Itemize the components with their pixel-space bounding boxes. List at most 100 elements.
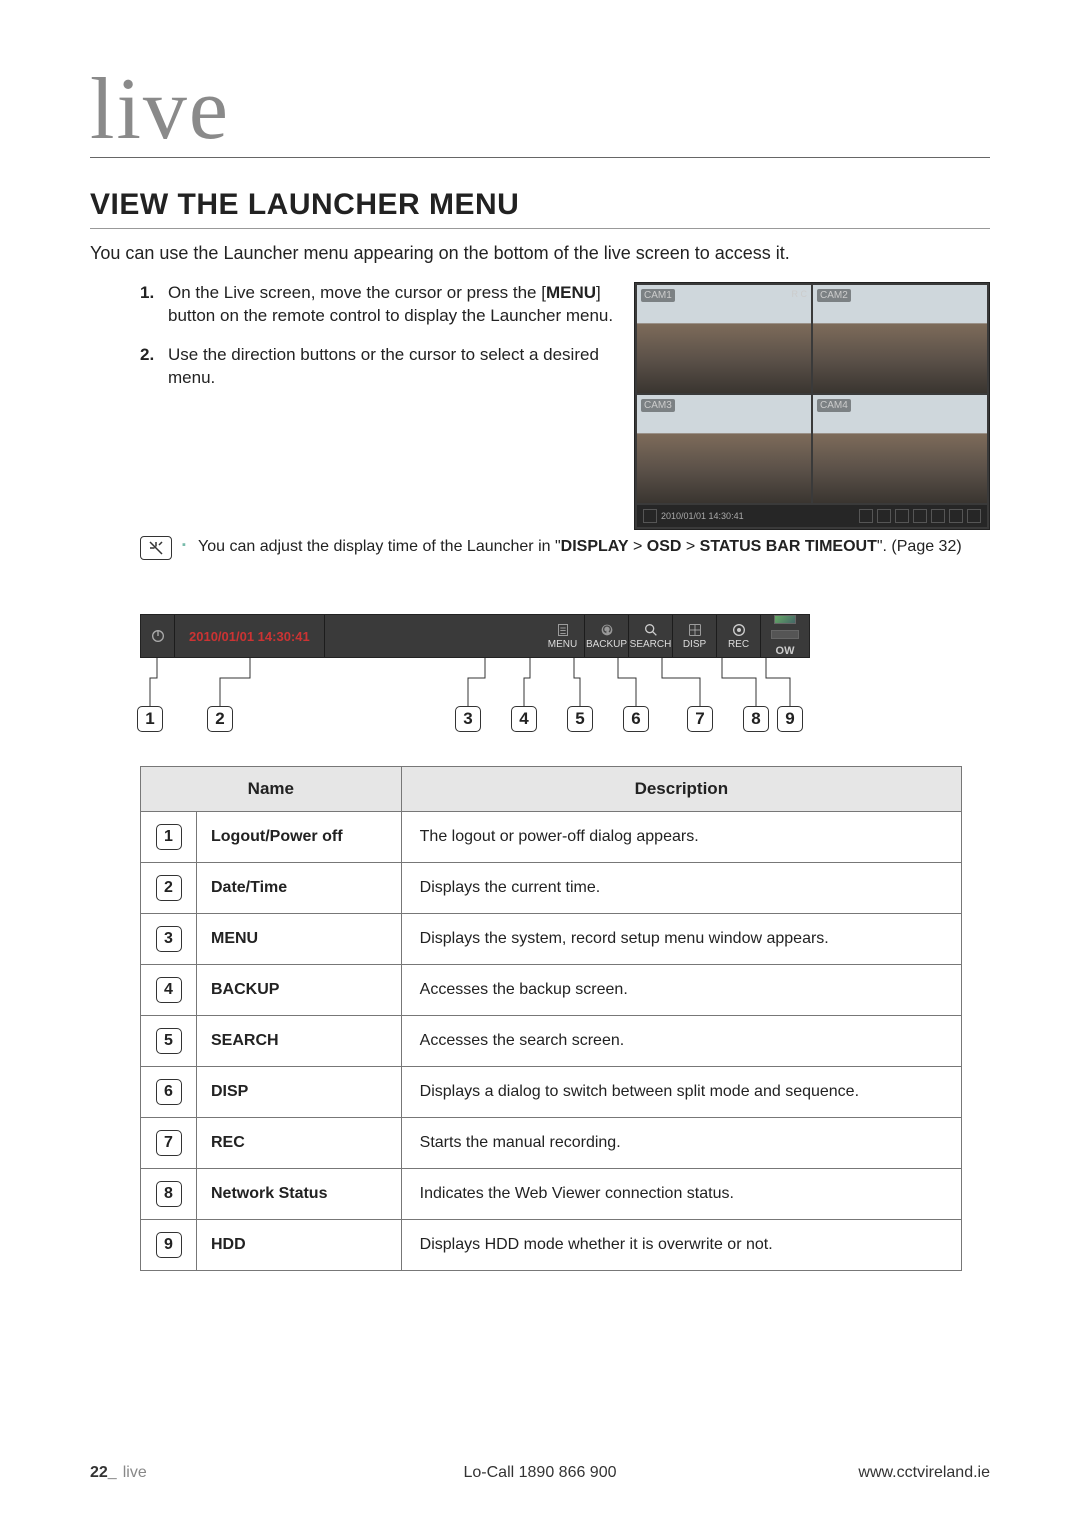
footer-url: www.cctvireland.ie [858, 1464, 990, 1482]
note-icon [140, 536, 172, 560]
cam-label: CAM1 [641, 289, 675, 302]
footer-section: live [123, 1464, 147, 1482]
launcher-search-button[interactable]: SEARCH [629, 615, 673, 657]
step-2: 2. Use the direction buttons or the curs… [140, 344, 616, 390]
note-segment: ". (Page 32) [877, 538, 962, 555]
network-status-icon [774, 615, 796, 624]
table-row: 1Logout/Power offThe logout or power-off… [141, 812, 962, 863]
table-row: 8Network StatusIndicates the Web Viewer … [141, 1169, 962, 1220]
row-badge: 2 [141, 863, 197, 914]
row-badge: 3 [141, 914, 197, 965]
section-heading: VIEW THE LAUNCHER MENU [90, 188, 990, 229]
chapter-title: live [90, 70, 990, 149]
page-footer: 22_ live Lo-Call 1890 866 900 www.cctvir… [90, 1464, 990, 1482]
callout-badge-6: 6 [623, 706, 649, 732]
step-number: 2. [140, 344, 154, 367]
launcher-menu-button[interactable]: MENU [541, 615, 585, 657]
note-segment: > [681, 538, 699, 555]
page-number: 22_ [90, 1464, 117, 1482]
launcher-diagram: 2010/01/01 14:30:41 MENU BACKUP SEARCH D… [140, 614, 810, 732]
table-header-desc: Description [401, 767, 961, 812]
description-table: Name Description 1Logout/Power offThe lo… [140, 766, 962, 1271]
rec-badge: R C [792, 289, 808, 299]
menu-icon [555, 622, 571, 638]
launcher-status-block: OW [761, 615, 809, 657]
launcher-item-label: MENU [548, 639, 577, 650]
row-desc: Displays the system, record setup menu w… [401, 914, 961, 965]
launcher-power-button[interactable] [141, 615, 175, 657]
table-row: 5SEARCHAccesses the search screen. [141, 1016, 962, 1067]
cam-label: CAM4 [817, 399, 851, 412]
callout-leaders: 1 2 3 4 5 6 7 8 9 [140, 658, 810, 732]
launcher-item-label: DISP [683, 639, 706, 650]
row-name: BACKUP [197, 965, 402, 1016]
power-icon [643, 509, 657, 523]
backup-icon [599, 622, 615, 638]
cam-tile-4: CAM4 [813, 395, 987, 503]
intro-text: You can use the Launcher menu appearing … [90, 243, 990, 264]
menu-icon [859, 509, 873, 523]
table-row: 9HDDDisplays HDD mode whether it is over… [141, 1220, 962, 1271]
row-badge: 9 [141, 1220, 197, 1271]
callout-badge-4: 4 [511, 706, 537, 732]
callout-badge-3: 3 [455, 706, 481, 732]
note-text: You can adjust the display time of the L… [182, 536, 962, 560]
steps-list: 1. On the Live screen, move the cursor o… [90, 282, 616, 406]
launcher-rec-button[interactable]: REC [717, 615, 761, 657]
preview-datetime: 2010/01/01 14:30:41 [661, 511, 744, 521]
cam-label: CAM3 [641, 399, 675, 412]
row-name: HDD [197, 1220, 402, 1271]
launcher-item-label: SEARCH [630, 639, 672, 650]
step-text: Use the direction buttons or the cursor … [168, 345, 599, 387]
launcher-bar: 2010/01/01 14:30:41 MENU BACKUP SEARCH D… [140, 614, 810, 658]
cam-tile-3: CAM3 [637, 395, 811, 503]
cam-tile-2: CAM2 [813, 285, 987, 393]
launcher-datetime: 2010/01/01 14:30:41 [175, 615, 325, 657]
row-badge: 1 [141, 812, 197, 863]
callout-badge-2: 2 [207, 706, 233, 732]
table-row: 7RECStarts the manual recording. [141, 1118, 962, 1169]
table-row: 3MENUDisplays the system, record setup m… [141, 914, 962, 965]
power-icon [150, 628, 166, 644]
table-row: 2Date/TimeDisplays the current time. [141, 863, 962, 914]
row-name: Date/Time [197, 863, 402, 914]
callout-badge-9: 9 [777, 706, 803, 732]
launcher-disp-button[interactable]: DISP [673, 615, 717, 657]
row-badge: 5 [141, 1016, 197, 1067]
row-desc: Displays the current time. [401, 863, 961, 914]
preview-launcher-bar: 2010/01/01 14:30:41 [637, 505, 987, 527]
rec-icon [731, 622, 747, 638]
disp-icon [913, 509, 927, 523]
launcher-item-label: BACKUP [586, 639, 627, 650]
step-text: On the Live screen, move the cursor or p… [168, 283, 546, 302]
live-preview-screenshot: CAM1 R C CAM2 CAM3 CAM4 2010/01/01 14:30… [634, 282, 990, 530]
launcher-item-label: REC [728, 639, 749, 650]
search-icon [643, 622, 659, 638]
rec-icon [931, 509, 945, 523]
search-icon [895, 509, 909, 523]
cam-tile-1: CAM1 R C [637, 285, 811, 393]
note-bold: OSD [647, 538, 682, 555]
row-name: MENU [197, 914, 402, 965]
row-name: Network Status [197, 1169, 402, 1220]
row-desc: Starts the manual recording. [401, 1118, 961, 1169]
network-icon [949, 509, 963, 523]
table-row: 6DISPDisplays a dialog to switch between… [141, 1067, 962, 1118]
row-badge: 8 [141, 1169, 197, 1220]
row-desc: Accesses the backup screen. [401, 965, 961, 1016]
row-desc: Displays a dialog to switch between spli… [401, 1067, 961, 1118]
row-name: REC [197, 1118, 402, 1169]
step-number: 1. [140, 282, 154, 305]
launcher-spacer [325, 615, 541, 657]
disp-icon [687, 622, 703, 638]
step-1: 1. On the Live screen, move the cursor o… [140, 282, 616, 328]
callout-badge-1: 1 [137, 706, 163, 732]
callout-badge-5: 5 [567, 706, 593, 732]
row-name: SEARCH [197, 1016, 402, 1067]
cam-label: CAM2 [817, 289, 851, 302]
row-desc: Accesses the search screen. [401, 1016, 961, 1067]
note-segment: You can adjust the display time of the L… [198, 538, 561, 555]
row-desc: Displays HDD mode whether it is overwrit… [401, 1220, 961, 1271]
hdd-mode-label: OW [776, 645, 795, 657]
launcher-backup-button[interactable]: BACKUP [585, 615, 629, 657]
